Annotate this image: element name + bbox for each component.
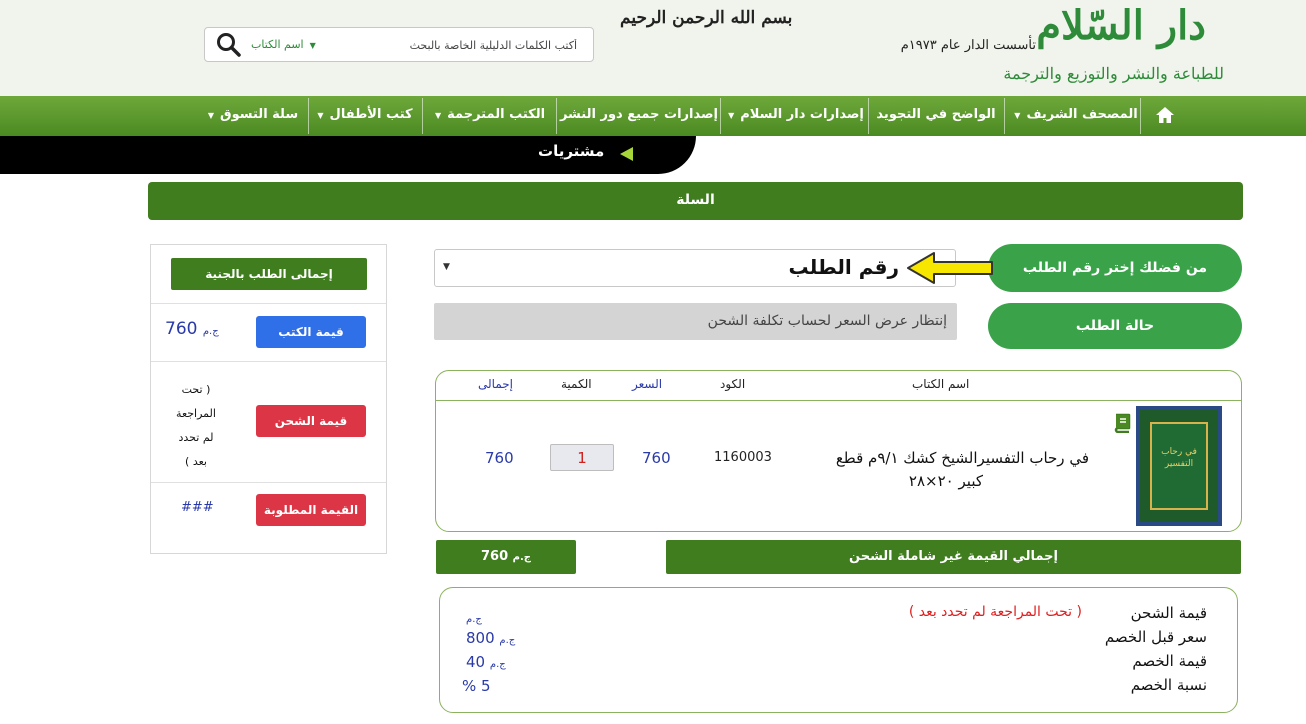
cart-title-bar: السلة [148,182,1243,220]
books-value: ج.م 760 [165,319,219,339]
choose-order-label: من فضلك إختر رقم الطلب [988,244,1242,292]
summary-required-row: القيمة المطلوبة ### [151,483,386,553]
nav-separator [556,98,557,134]
chevron-down-icon: ▼ [443,262,450,272]
table-header-divider [436,400,1241,401]
column-header-price: السعر [632,377,663,391]
nav-item-mushaf[interactable]: المصحف الشريف▼ [1014,96,1138,136]
shipping-label: قيمة الشحن [1130,604,1207,622]
discount-percent-label: نسبة الخصم [1130,676,1207,694]
breadcrumb-label[interactable]: مشتريات [538,142,604,160]
subtotal-label: إجمالي القيمة غير شاملة الشحن [666,540,1241,574]
book-title-line-2: كبير ٢٠×٢٨ [908,472,983,490]
discount-value: ج.م 40 [466,653,506,671]
nav-item-translated-books[interactable]: الكتب المترجمة▼ [428,96,552,136]
book-code: 1160003 [714,450,772,465]
summary-header-row: إجمالى الطلب بالجنية [151,245,386,304]
chevron-down-icon: ▼ [317,111,324,120]
nav-item-all-publishers[interactable]: إصدارات جميع دور النشر [560,96,718,136]
nav-separator [422,98,423,134]
summary-shipping-row: قيمة الشحن ( تحت المراجعة لم تحدد بعد ) [151,362,386,483]
column-header-code: الكود [720,377,746,391]
order-select-value: رقم الطلب [788,255,899,279]
price-breakdown: قيمة الشحن ( تحت المراجعة لم تحدد بعد ) … [439,587,1238,713]
currency-label: ج.م [512,552,531,563]
summary-books-row: قيمة الكتب ج.م 760 [151,304,386,362]
shipping-value-label: قيمة الشحن [256,405,366,437]
order-summary-panel: إجمالى الطلب بالجنية قيمة الكتب ج.م 760 … [150,244,387,554]
nav-separator [308,98,309,134]
nav-separator [720,98,721,134]
column-header-qty: الكمية [561,377,592,391]
left-arrow-icon [907,252,993,284]
discount-percent-value: % 5 [462,677,491,695]
shipping-note: ( تحت المراجعة لم تحدد بعد ) [908,604,1082,620]
nav-item-shopping-cart[interactable]: سلة التسوق▼ [202,96,304,136]
chevron-down-icon: ▼ [728,111,735,120]
summary-title: إجمالى الطلب بالجنية [171,258,367,290]
search-input[interactable] [357,34,577,56]
book-cover-frame: في رحاب التفسير [1150,422,1208,510]
book-price: 760 [642,449,671,467]
book-cover-image[interactable]: في رحاب التفسير [1136,406,1222,526]
search-scope-label: اسم الكتاب [251,38,304,51]
search-box: ▼ اسم الكتاب [204,27,594,62]
before-discount-label: سعر قبل الخصم [1104,628,1207,646]
nav-item-darussalam-releases[interactable]: إصدارات دار السلام▼ [728,96,864,136]
site-logo[interactable]: دار السّلام [1036,2,1206,49]
home-icon[interactable] [1155,106,1175,124]
logo-subtitle: للطباعة والنشر والتوزيع والترجمة [1003,64,1224,83]
column-header-total: إجمالى [478,377,514,391]
shipping-currency: ج.م [466,614,482,625]
before-discount-value: ج.م 800 [466,629,516,647]
book-cover-title: في رحاب التفسير [1161,447,1197,469]
logo-since-text: تأسست الدار عام ١٩٧٣م [900,38,1036,53]
breadcrumb-arrow-icon [620,147,633,161]
books-value-label: قيمة الكتب [256,316,366,348]
row-total: 760 [485,449,514,467]
nav-separator [1140,98,1141,134]
basmala-calligraphy: بسم الله الرحمن الرحيم [620,8,793,28]
chevron-down-icon: ▼ [434,111,442,120]
nav-item-kids-books[interactable]: كتب الأطفال▼ [312,96,418,136]
main-nav: المصحف الشريف▼ الواضح في التجويد إصدارات… [0,96,1306,136]
search-scope-dropdown[interactable]: ▼ اسم الكتاب [251,38,316,51]
chevron-down-icon: ▼ [309,41,316,50]
nav-separator [868,98,869,134]
cart-items-table: اسم الكتاب الكود السعر الكمية إجمالى في … [435,370,1242,532]
chevron-down-icon: ▼ [207,111,214,120]
required-value: ### [181,500,214,515]
order-status-value: إنتظار عرض السعر لحساب تكلفة الشحن [434,303,957,340]
book-title-line-1[interactable]: في رحاب التفسيرالشيخ كشك ٩/١م قطع [836,449,1089,467]
order-number-select[interactable]: ▼ رقم الطلب [434,249,956,287]
search-icon[interactable] [216,32,242,58]
book-icon[interactable] [1112,413,1132,433]
nav-item-tajweed[interactable]: الواضح في التجويد [872,96,1000,136]
subtotal-value: ج.م 760 [436,540,576,574]
shipping-pending-note: ( تحت المراجعة لم تحدد بعد ) [176,383,216,468]
column-header-name: اسم الكتاب [912,377,970,391]
chevron-down-icon: ▼ [1014,111,1021,120]
quantity-input[interactable] [550,444,614,471]
required-value-label: القيمة المطلوبة [256,494,366,526]
subtotal-amount: 760 [480,549,509,564]
nav-separator [1004,98,1005,134]
order-status-label: حالة الطلب [988,303,1242,349]
discount-label: قيمة الخصم [1132,652,1207,670]
